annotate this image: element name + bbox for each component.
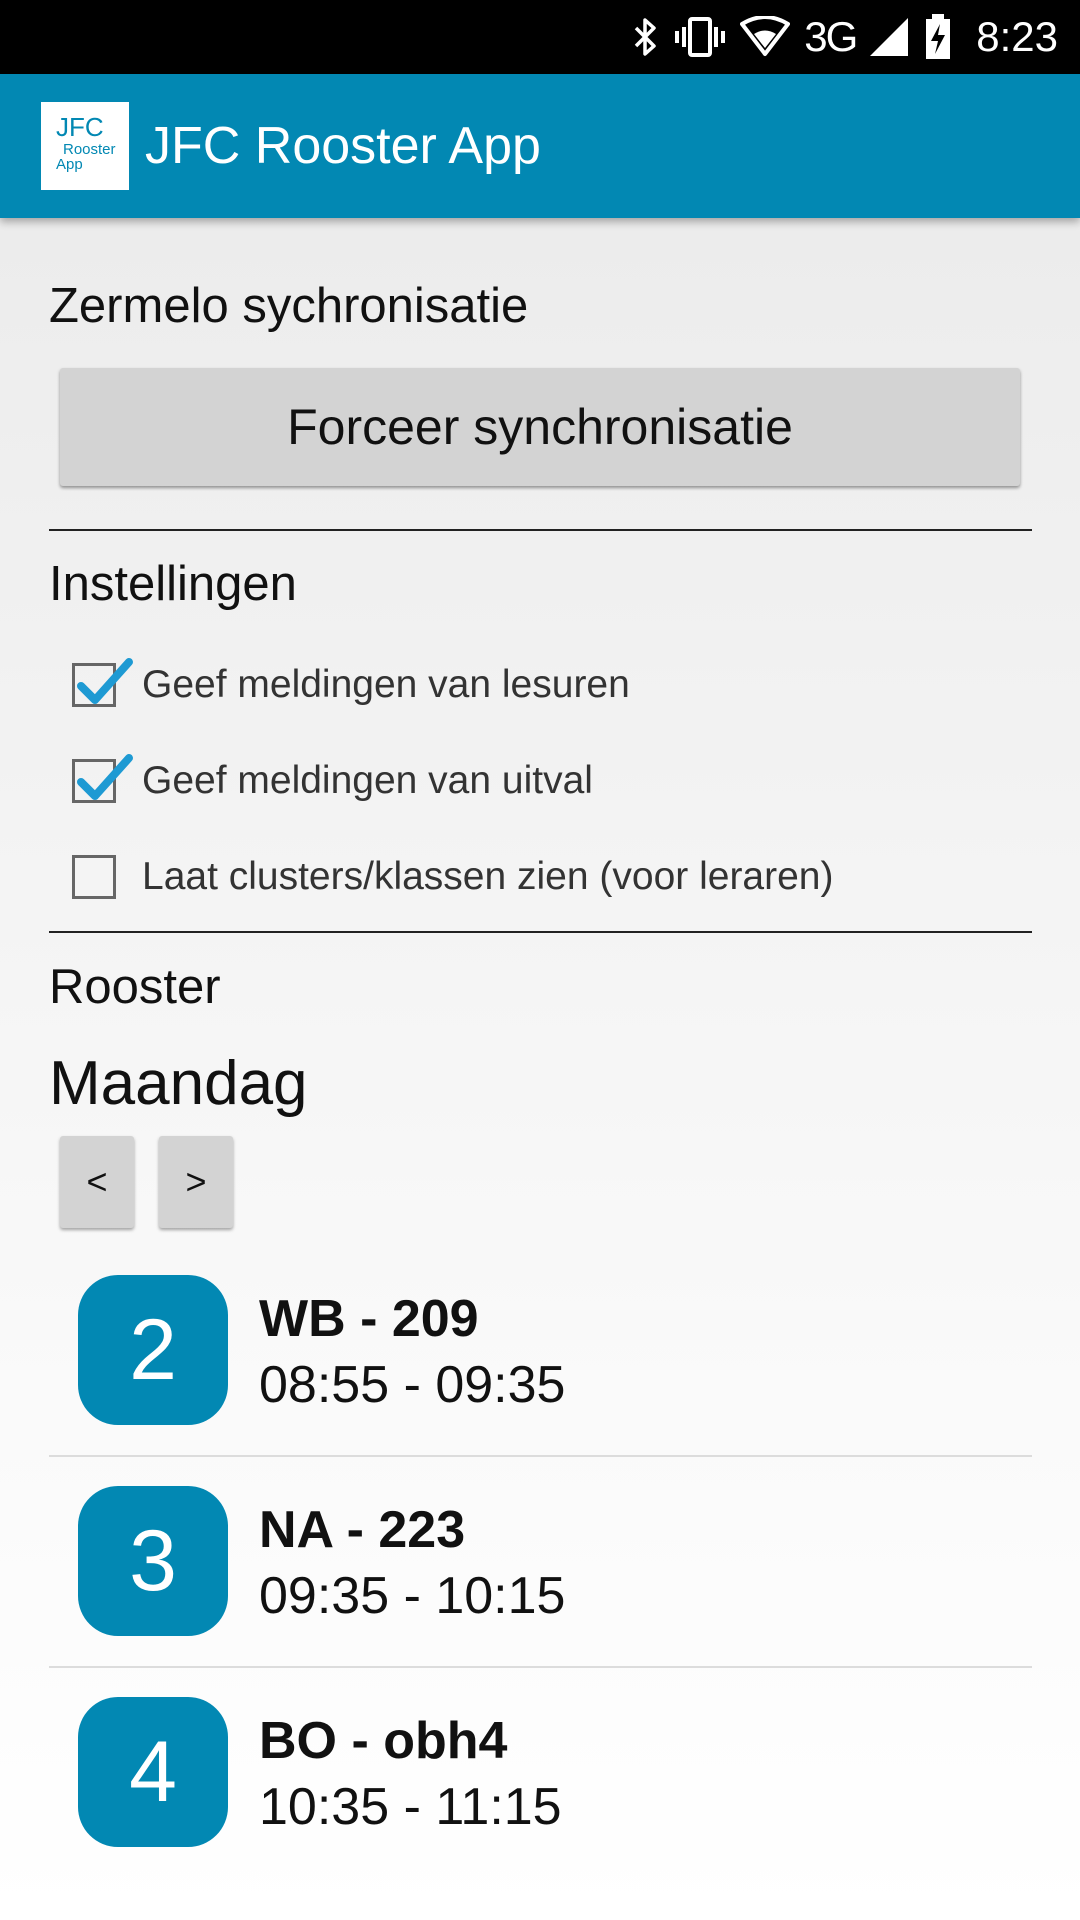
- logo-text-jfc: JFC: [56, 112, 104, 142]
- setting-label: Geef meldingen van uitval: [142, 759, 593, 802]
- wifi-icon: [740, 16, 791, 58]
- checkbox-checked[interactable]: [72, 658, 133, 707]
- checkbox-checked[interactable]: [72, 754, 133, 803]
- divider: [49, 1455, 1032, 1457]
- network-type: 3G: [804, 13, 858, 60]
- setting-label: Geef meldingen van lesuren: [142, 663, 630, 706]
- signal-icon: [870, 16, 910, 58]
- checkbox-unchecked[interactable]: [72, 855, 116, 899]
- battery-charging-icon: [924, 14, 952, 60]
- lesson-time: 10:35 - 11:15: [259, 1778, 562, 1836]
- app-logo: JFC Rooster App: [41, 102, 129, 190]
- checkmark-icon: [77, 754, 133, 800]
- previous-day-button[interactable]: <: [60, 1136, 134, 1228]
- app-title: JFC Rooster App: [145, 117, 541, 175]
- app-bar: JFC Rooster App JFC Rooster App: [0, 74, 1080, 218]
- vibrate-icon: [674, 16, 726, 58]
- checkmark-icon: [77, 658, 133, 704]
- logo-text-rooster: Rooster: [63, 141, 116, 158]
- lesson-hour-badge: 4: [78, 1697, 228, 1847]
- setting-show-clusters[interactable]: Laat clusters/klassen zien (voor leraren…: [72, 845, 833, 909]
- lesson-subject: WB - 209: [259, 1290, 479, 1348]
- divider: [49, 1666, 1032, 1668]
- bluetooth-icon: [632, 16, 660, 58]
- lesson-subject: BO - obh4: [259, 1712, 508, 1770]
- status-bar: 3G 8:23: [0, 0, 1080, 74]
- day-title: Maandag: [49, 1049, 308, 1118]
- next-day-button[interactable]: >: [159, 1136, 233, 1228]
- setting-lesson-notifications[interactable]: Geef meldingen van lesuren: [72, 653, 630, 717]
- divider: [49, 931, 1032, 933]
- lesson-hour-badge: 2: [78, 1275, 228, 1425]
- setting-label: Laat clusters/klassen zien (voor leraren…: [142, 855, 834, 898]
- lesson-time: 09:35 - 10:15: [259, 1567, 566, 1625]
- lesson-item[interactable]: 4 BO - obh4 10:35 - 11:15: [49, 1697, 1032, 1908]
- lesson-hour-badge: 3: [78, 1486, 228, 1636]
- lesson-time: 08:55 - 09:35: [259, 1356, 566, 1414]
- status-icons: 3G 8:23: [632, 0, 1058, 74]
- lesson-item[interactable]: 2 WB - 209 08:55 - 09:35: [49, 1275, 1032, 1486]
- settings-heading: Instellingen: [49, 557, 297, 611]
- divider: [49, 529, 1032, 531]
- main-content[interactable]: Zermelo sychronisatie Forceer synchronis…: [0, 218, 1080, 1920]
- setting-cancellation-notifications[interactable]: Geef meldingen van uitval: [72, 749, 593, 813]
- schedule-heading: Rooster: [49, 960, 221, 1014]
- lesson-subject: NA - 223: [259, 1501, 466, 1559]
- sync-heading: Zermelo sychronisatie: [49, 279, 529, 333]
- force-sync-button[interactable]: Forceer synchronisatie: [60, 368, 1020, 486]
- lesson-item[interactable]: 3 NA - 223 09:35 - 10:15: [49, 1486, 1032, 1697]
- status-time: 8:23: [976, 13, 1058, 60]
- logo-text-app: App: [56, 156, 83, 173]
